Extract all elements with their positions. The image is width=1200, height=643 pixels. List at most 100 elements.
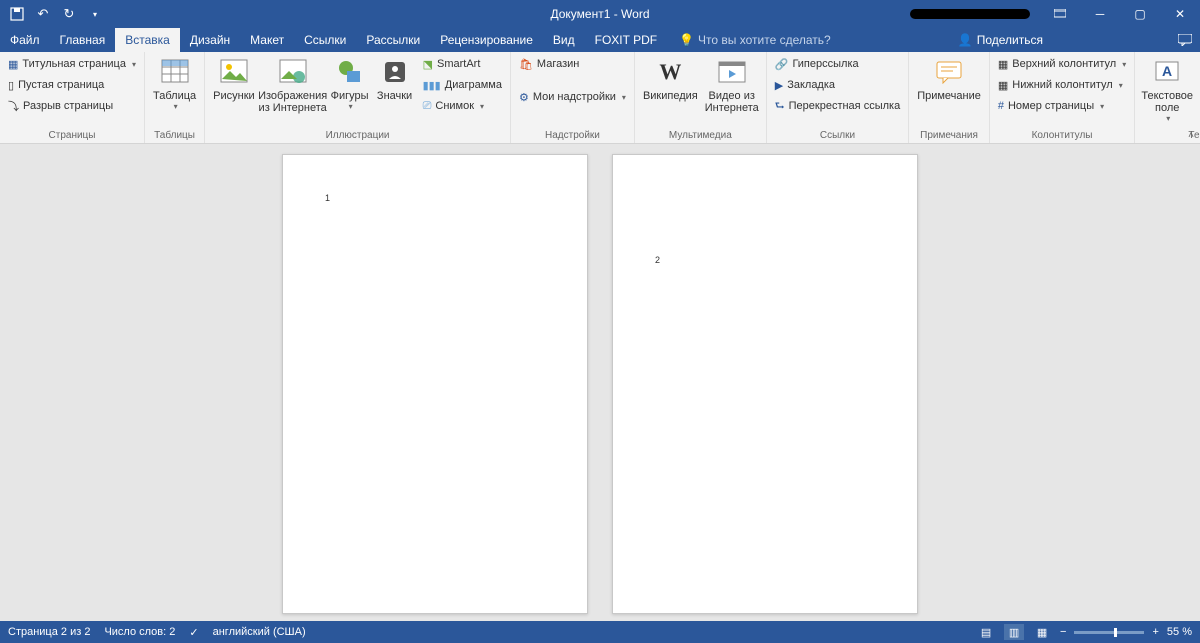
wikipedia-button[interactable]: W Википедия bbox=[639, 54, 702, 104]
group-label-pages: Страницы bbox=[4, 130, 140, 143]
document-canvas[interactable]: 1 2 bbox=[0, 144, 1200, 621]
group-label-addins: Надстройки bbox=[515, 130, 630, 143]
tab-layout[interactable]: Макет bbox=[240, 28, 294, 52]
tab-home[interactable]: Главная bbox=[50, 28, 116, 52]
text-box-button[interactable]: A Текстовое поле▾ bbox=[1139, 54, 1195, 125]
hyperlink-button[interactable]: 🔗Гиперссылка bbox=[771, 54, 904, 74]
status-page[interactable]: Страница 2 из 2 bbox=[8, 626, 90, 638]
close-button[interactable]: ✕ bbox=[1160, 0, 1200, 28]
group-media: W Википедия Видео из Интернета Мультимед… bbox=[635, 52, 767, 143]
screenshot-icon: ⎚ bbox=[423, 100, 432, 113]
group-label-illustrations: Иллюстрации bbox=[209, 130, 506, 143]
table-icon bbox=[159, 56, 191, 88]
wikipedia-icon: W bbox=[654, 56, 686, 88]
tab-file[interactable]: Файл bbox=[0, 28, 50, 52]
screenshot-button[interactable]: ⎚Снимок▾ bbox=[419, 96, 506, 116]
cross-reference-button[interactable]: ⮑Перекрестная ссылка bbox=[771, 96, 904, 116]
icons-button[interactable]: Значки bbox=[373, 54, 417, 104]
page-2-number: 2 bbox=[655, 255, 660, 265]
footer-icon: ▦ bbox=[998, 79, 1008, 92]
page-2[interactable]: 2 bbox=[612, 154, 918, 614]
share-button[interactable]: 👤 Поделиться bbox=[948, 28, 1053, 52]
title-bar: ↶ ↻ ▾ Документ1 - Word ─ ▢ ✕ bbox=[0, 0, 1200, 28]
tab-foxit[interactable]: FOXIT PDF bbox=[585, 28, 667, 52]
shapes-button[interactable]: Фигуры▾ bbox=[327, 54, 373, 113]
comments-pane-button[interactable] bbox=[1170, 28, 1200, 52]
tab-view[interactable]: Вид bbox=[543, 28, 585, 52]
group-comments: Примечание Примечания bbox=[909, 52, 990, 143]
minimize-button[interactable]: ─ bbox=[1080, 0, 1120, 28]
status-proofing-icon[interactable]: ✓ bbox=[189, 626, 198, 639]
group-illustrations: Рисунки Изображения из Интернета Фигуры▾… bbox=[205, 52, 511, 143]
read-mode-button[interactable]: ▤ bbox=[976, 624, 996, 640]
comment-button[interactable]: Примечание bbox=[913, 54, 985, 104]
zoom-thumb[interactable] bbox=[1114, 628, 1117, 637]
maximize-button[interactable]: ▢ bbox=[1120, 0, 1160, 28]
zoom-slider[interactable] bbox=[1074, 631, 1144, 634]
tab-mailings[interactable]: Рассылки bbox=[356, 28, 430, 52]
redo-button[interactable]: ↻ bbox=[58, 3, 80, 25]
blank-page-button[interactable]: ▯Пустая страница bbox=[4, 75, 140, 95]
group-links: 🔗Гиперссылка ▶Закладка ⮑Перекрестная ссы… bbox=[767, 52, 909, 143]
online-pictures-button[interactable]: Изображения из Интернета bbox=[259, 54, 327, 116]
pictures-icon bbox=[218, 56, 250, 88]
blank-page-icon: ▯ bbox=[8, 79, 14, 92]
video-icon bbox=[716, 56, 748, 88]
smartart-button[interactable]: ⬔SmartArt bbox=[419, 54, 506, 74]
zoom-level[interactable]: 55 % bbox=[1167, 626, 1192, 638]
cover-page-icon: ▦ bbox=[8, 58, 18, 71]
table-button[interactable]: Таблица▾ bbox=[149, 54, 200, 113]
undo-button[interactable]: ↶ bbox=[32, 3, 54, 25]
zoom-in-button[interactable]: + bbox=[1152, 626, 1158, 638]
ribbon-display-options[interactable] bbox=[1040, 0, 1080, 28]
status-language[interactable]: английский (США) bbox=[213, 626, 306, 638]
save-button[interactable] bbox=[6, 3, 28, 25]
pictures-button[interactable]: Рисунки bbox=[209, 54, 259, 104]
collapse-ribbon-button[interactable]: ˄ bbox=[1188, 130, 1194, 141]
qat-customize[interactable]: ▾ bbox=[84, 3, 106, 25]
header-icon: ▦ bbox=[998, 58, 1008, 71]
print-layout-button[interactable]: ▥ bbox=[1004, 624, 1024, 640]
addins-icon: ⚙ bbox=[519, 91, 529, 104]
header-button[interactable]: ▦Верхний колонтитул▾ bbox=[994, 54, 1130, 74]
status-bar: Страница 2 из 2 Число слов: 2 ✓ английск… bbox=[0, 621, 1200, 643]
crossref-icon: ⮑ bbox=[775, 97, 785, 116]
shapes-icon bbox=[334, 56, 366, 88]
group-label-comments: Примечания bbox=[913, 130, 985, 143]
chart-button[interactable]: ▮▮▮Диаграмма bbox=[419, 75, 506, 95]
group-headerfooter: ▦Верхний колонтитул▾ ▦Нижний колонтитул▾… bbox=[990, 52, 1135, 143]
share-icon: 👤 bbox=[958, 33, 973, 47]
redacted-account bbox=[910, 9, 1030, 19]
my-addins-button[interactable]: ⚙Мои надстройки▾ bbox=[515, 87, 630, 107]
page-break-button[interactable]: ⤵Разрыв страницы bbox=[4, 96, 140, 116]
bookmark-button[interactable]: ▶Закладка bbox=[771, 75, 904, 95]
share-label: Поделиться bbox=[977, 33, 1043, 47]
tell-me-search[interactable]: 💡 Что вы хотите сделать? bbox=[667, 28, 831, 52]
page-number-button[interactable]: #Номер страницы▾ bbox=[994, 96, 1130, 116]
icons-icon bbox=[379, 56, 411, 88]
cover-page-button[interactable]: ▦Титульная страница▾ bbox=[4, 54, 140, 74]
store-button[interactable]: 🛍Магазин bbox=[515, 54, 630, 74]
online-video-button[interactable]: Видео из Интернета bbox=[702, 54, 762, 116]
group-label-tables: Таблицы bbox=[149, 130, 200, 143]
online-pictures-icon bbox=[277, 56, 309, 88]
tab-insert[interactable]: Вставка bbox=[115, 28, 180, 52]
status-word-count[interactable]: Число слов: 2 bbox=[104, 626, 175, 638]
group-label-headerfooter: Колонтитулы bbox=[994, 130, 1130, 143]
zoom-out-button[interactable]: − bbox=[1060, 626, 1066, 638]
lightbulb-icon: 💡 bbox=[679, 33, 694, 47]
page-1[interactable]: 1 bbox=[282, 154, 588, 614]
page-break-icon: ⤵ bbox=[8, 98, 19, 114]
tab-review[interactable]: Рецензирование bbox=[430, 28, 543, 52]
web-layout-button[interactable]: ▦ bbox=[1032, 624, 1052, 640]
tab-references[interactable]: Ссылки bbox=[294, 28, 356, 52]
svg-text:A: A bbox=[1162, 63, 1172, 79]
footer-button[interactable]: ▦Нижний колонтитул▾ bbox=[994, 75, 1130, 95]
store-icon: 🛍 bbox=[519, 58, 533, 71]
window-title: Документ1 - Word bbox=[550, 7, 649, 21]
ribbon: ▦Титульная страница▾ ▯Пустая страница ⤵Р… bbox=[0, 52, 1200, 144]
tab-design[interactable]: Дизайн bbox=[180, 28, 240, 52]
textbox-icon: A bbox=[1151, 56, 1183, 88]
group-label-media: Мультимедиа bbox=[639, 130, 762, 143]
pagenum-icon: # bbox=[998, 100, 1004, 112]
